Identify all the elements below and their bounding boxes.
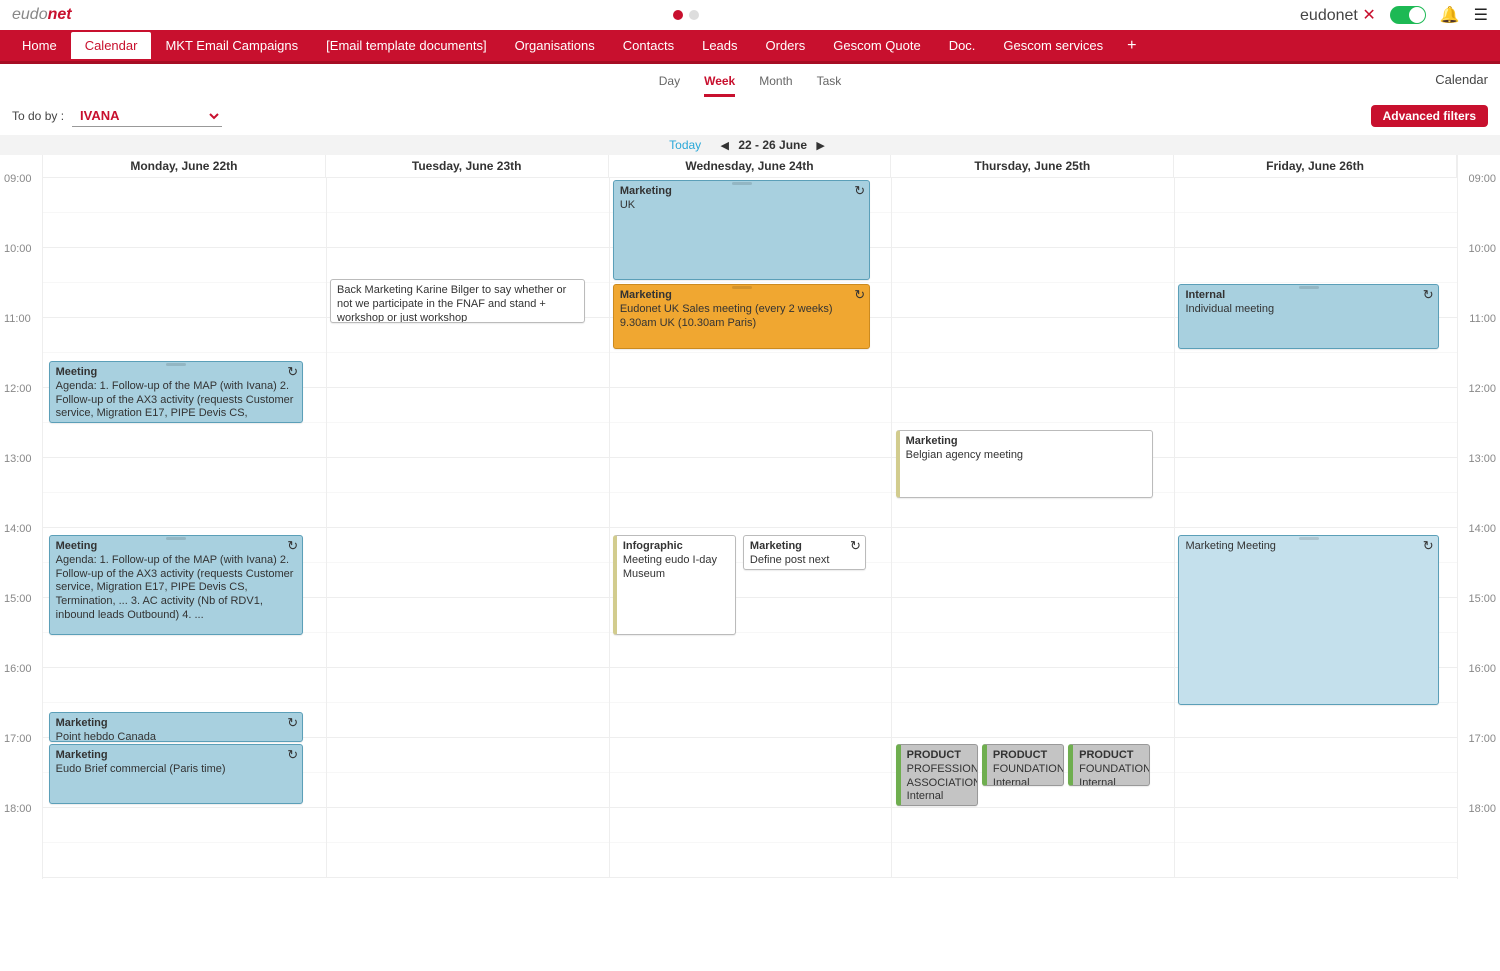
day-headers: Monday, June 22th Tuesday, June 23th Wed… (43, 155, 1457, 178)
main-nav: Home Calendar MKT Email Campaigns [Email… (0, 30, 1500, 64)
event-product[interactable]: PRODUCTPROFESSIONAL ASSOCIATIONS Interna… (896, 744, 978, 806)
event-infographic[interactable]: InfographicMeeting eudo I-day Museum (613, 535, 736, 635)
tab-doc[interactable]: Doc. (935, 30, 990, 61)
dayhead-fri: Friday, June 26th (1174, 155, 1457, 178)
next-week-button[interactable]: ▶ (810, 140, 830, 152)
calendar-grid: 09:0010:0011:0012:0013:0014:0015:0016:00… (0, 155, 1500, 879)
recur-icon: ↻ (287, 538, 298, 554)
event-product[interactable]: PRODUCTFOUNDATIONS Internal (982, 744, 1064, 786)
event-marketing[interactable]: ↻ MarketingPoint hebdo Canada (49, 712, 304, 742)
recur-icon: ↻ (1423, 287, 1434, 303)
assignee-select[interactable]: IVANA (72, 105, 222, 127)
event-marketing-uk[interactable]: ↻ MarketingUK (613, 180, 870, 280)
dayhead-thu: Thursday, June 25th (891, 155, 1174, 178)
recur-icon: ↻ (287, 715, 298, 731)
add-tab-button[interactable]: + (1117, 37, 1146, 55)
view-tabs: Day Week Month Task Calendar (0, 64, 1500, 101)
app-logo: eudonet (12, 6, 72, 24)
event-sales-meeting[interactable]: ↻ MarketingEudonet UK Sales meeting (eve… (613, 284, 870, 349)
view-week[interactable]: Week (704, 74, 735, 97)
view-month[interactable]: Month (759, 74, 792, 97)
time-slots[interactable]: ↻ MeetingAgenda: 1. Follow-up of the MAP… (43, 178, 1457, 878)
dot-2[interactable] (689, 10, 699, 20)
time-axis-right: 09:0010:0011:0012:0013:0014:0015:0016:00… (1458, 155, 1500, 879)
recur-icon: ↻ (1423, 538, 1434, 554)
recur-icon: ↻ (287, 747, 298, 763)
dot-1[interactable] (673, 10, 683, 20)
event-marketing[interactable]: ↻ MarketingEudo Brief commercial (Paris … (49, 744, 304, 804)
view-day[interactable]: Day (659, 74, 680, 97)
tab-orders[interactable]: Orders (752, 30, 820, 61)
tab-home[interactable]: Home (8, 30, 71, 61)
filter-bar: To do by : IVANA Advanced filters (0, 101, 1500, 135)
tab-orgs[interactable]: Organisations (501, 30, 609, 61)
today-link[interactable]: Today (669, 138, 701, 152)
tab-quote[interactable]: Gescom Quote (819, 30, 934, 61)
dayhead-mon: Monday, June 22th (43, 155, 326, 178)
tab-services[interactable]: Gescom services (989, 30, 1117, 61)
view-task[interactable]: Task (817, 74, 842, 97)
dayhead-wed: Wednesday, June 24th (609, 155, 892, 178)
tab-templates[interactable]: [Email template documents] (312, 30, 500, 61)
prev-week-button[interactable]: ◀ (715, 140, 735, 152)
dayhead-tue: Tuesday, June 23th (326, 155, 609, 178)
notifications-icon[interactable]: 🔔 (1440, 5, 1460, 25)
event-meeting[interactable]: ↻ MeetingAgenda: 1. Follow-up of the MAP… (49, 361, 304, 423)
menu-icon[interactable]: ☰ (1474, 5, 1488, 25)
recur-icon: ↻ (850, 538, 861, 554)
event-marketing[interactable]: ↻ MarketingDefine post next (743, 535, 866, 570)
time-axis-left: 09:0010:0011:0012:0013:0014:0015:0016:00… (0, 155, 42, 879)
recur-icon: ↻ (287, 364, 298, 380)
brand-label: eudonet ✕ (1300, 5, 1376, 25)
event-note[interactable]: Back Marketing Karine Bilger to say whet… (330, 279, 585, 323)
tab-mkt[interactable]: MKT Email Campaigns (151, 30, 312, 61)
event-marketing-meeting[interactable]: ↻ Marketing Meeting (1178, 535, 1438, 705)
date-nav: Today ◀ 22 - 26 June ▶ (0, 135, 1500, 155)
tab-leads[interactable]: Leads (688, 30, 751, 61)
top-bar: eudonet eudonet ✕ 🔔 ☰ (0, 0, 1500, 30)
tab-contacts[interactable]: Contacts (609, 30, 688, 61)
section-label: Calendar (1435, 72, 1488, 87)
event-agency[interactable]: MarketingBelgian agency meeting (896, 430, 1153, 498)
advanced-filters-button[interactable]: Advanced filters (1371, 105, 1488, 127)
recur-icon: ↻ (854, 183, 865, 199)
date-range: 22 - 26 June (738, 138, 807, 152)
todo-label: To do by : (12, 109, 64, 123)
recur-icon: ↻ (854, 287, 865, 303)
carousel-indicator[interactable] (673, 10, 699, 20)
tab-calendar[interactable]: Calendar (71, 32, 152, 59)
event-product[interactable]: PRODUCTFOUNDATIONS Internal (1068, 744, 1150, 786)
event-internal[interactable]: ↻ InternalIndividual meeting (1178, 284, 1438, 349)
theme-toggle[interactable] (1390, 6, 1426, 24)
event-meeting[interactable]: ↻ MeetingAgenda: 1. Follow-up of the MAP… (49, 535, 304, 635)
